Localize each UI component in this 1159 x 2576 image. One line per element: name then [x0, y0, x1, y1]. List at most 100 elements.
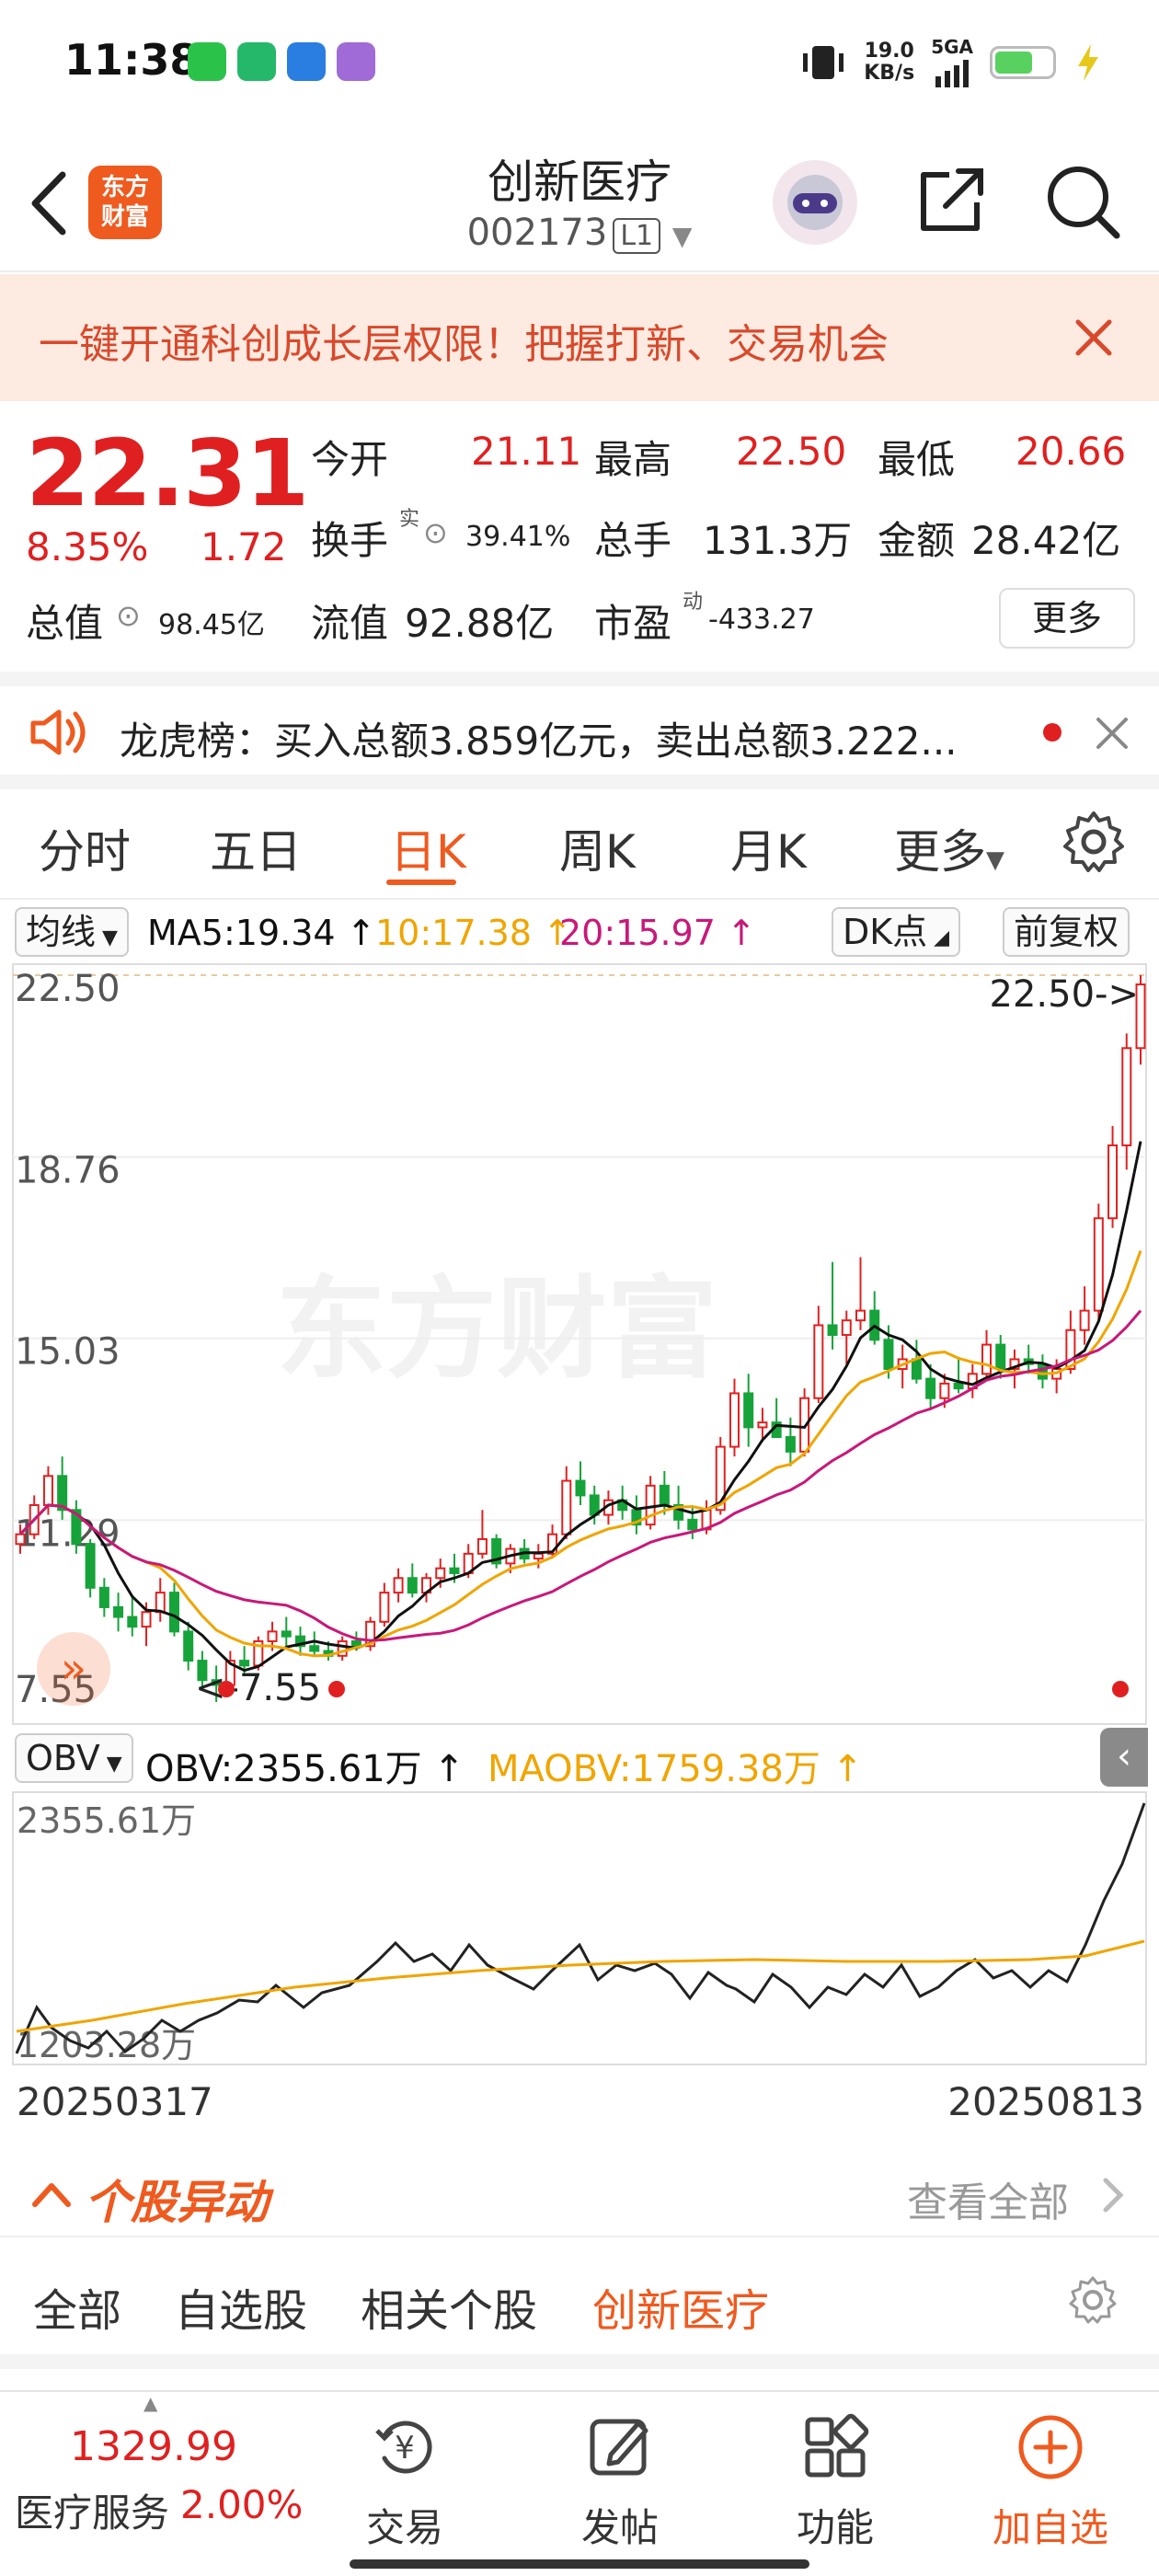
promo-text: 一键开通科创成长层权限！把握打新、交易机会: [39, 321, 889, 368]
settings-gear-icon[interactable]: [1067, 2274, 1119, 2326]
sector-index-widget[interactable]: ▲ 1329.99 医疗服务 2.00%: [0, 2392, 313, 2558]
charging-icon: [1078, 44, 1098, 81]
obv-chart[interactable]: 2355.61万 1203.28万: [0, 1790, 1159, 2066]
pe-value: -433.27: [708, 604, 815, 636]
tab-five-day[interactable]: 五日: [210, 815, 302, 881]
y-tick-label: 18.76: [15, 1150, 120, 1192]
candle-body: [42, 1475, 53, 1506]
mtab-sector[interactable]: 创新医疗: [592, 2274, 769, 2339]
candle-body: [575, 1479, 586, 1497]
pe-sup: 动: [683, 591, 704, 614]
cell-signal: 5GA: [931, 38, 973, 87]
candle-body: [1107, 1144, 1119, 1220]
date-axis: 20250317 20250813: [0, 2072, 1159, 2136]
candle-body: [827, 1324, 838, 1337]
nav-trade[interactable]: ¥ 交易: [313, 2410, 497, 2553]
low-label: 最低: [878, 437, 956, 482]
dragon-tiger-bar[interactable]: 龙虎榜：买入总额3.859亿元，卖出总额3.222...: [0, 672, 1159, 789]
turnover-value: 39.41%: [465, 521, 571, 553]
adjust-selector[interactable]: 前复权: [1003, 907, 1130, 957]
movement-header[interactable]: 个股异动 查看全部: [0, 2153, 1159, 2236]
candle-body: [393, 1577, 404, 1594]
info-icon[interactable]: ⊙: [116, 598, 141, 633]
settings-gear-icon[interactable]: [1061, 810, 1126, 874]
active-tab-indicator: [386, 880, 456, 885]
candle-body: [687, 1518, 698, 1531]
expand-sidebar-icon[interactable]: »: [37, 1632, 110, 1706]
chevron-right-icon: [1103, 2178, 1124, 2213]
obv-value: OBV:2355.61万 ↑: [145, 1748, 465, 1790]
candle-body: [533, 1552, 544, 1560]
promo-banner[interactable]: 一键开通科创成长层权限！把握打新、交易机会: [0, 274, 1159, 401]
dk-point-button[interactable]: DK点 ◢: [832, 907, 961, 957]
candle-body: [407, 1577, 418, 1594]
candle-body: [183, 1630, 194, 1662]
open-value: 21.11: [471, 429, 582, 474]
tab-monthly-k[interactable]: 月K: [730, 815, 807, 881]
candle-body: [953, 1382, 964, 1390]
candle-body: [1037, 1363, 1048, 1380]
obv-max-label: 2355.61万: [17, 1800, 196, 1841]
event-dot: [1112, 1681, 1129, 1697]
ai-assistant-avatar-icon[interactable]: [769, 156, 861, 248]
candle-body: [1121, 1047, 1132, 1146]
candle-body: [476, 1537, 488, 1555]
close-icon[interactable]: [1095, 716, 1130, 751]
y-tick-label: 22.50: [15, 968, 120, 1010]
share-icon[interactable]: [912, 162, 990, 239]
mtab-all[interactable]: 全部: [33, 2274, 121, 2339]
grid-apps-icon: [805, 2413, 869, 2478]
more-quote-button[interactable]: 更多: [999, 588, 1135, 649]
unread-dot: [1043, 723, 1061, 742]
maobv-line: [16, 1939, 1145, 2033]
quote-panel: 22.31 8.35% 1.72 今开 21.11 最高 22.50 最低 20…: [0, 401, 1159, 668]
pe-label: 市盈: [594, 601, 672, 646]
view-all-link[interactable]: 查看全部: [907, 2169, 1069, 2228]
candle-body: [925, 1377, 936, 1399]
tab-daily-k[interactable]: 日K: [390, 815, 466, 881]
ma20-value: 20:15.97 ↑: [559, 913, 756, 953]
volume-label: 总手: [594, 518, 672, 563]
change-amount: 1.72: [201, 524, 287, 569]
event-dot: [218, 1681, 235, 1697]
candle-body: [309, 1645, 320, 1652]
info-icon[interactable]: ⊙: [423, 515, 448, 550]
nav-functions[interactable]: 功能: [743, 2410, 927, 2553]
maobv-value: MAOBV:1759.38万 ↑: [488, 1748, 864, 1790]
search-icon[interactable]: [1043, 162, 1122, 241]
obv-selector[interactable]: OBV ▼: [15, 1733, 133, 1783]
open-label: 今开: [311, 437, 389, 482]
candle-body: [757, 1421, 768, 1429]
float-value: 92.88亿: [405, 601, 555, 646]
start-date: 20250317: [17, 2079, 213, 2124]
candle-body: [883, 1339, 894, 1371]
stock-header: 东方 财富 创新医疗 002173 L1 ▼: [0, 129, 1159, 272]
float-label: 流值: [311, 601, 389, 646]
tab-intraday[interactable]: 分时: [39, 815, 131, 881]
obv-svg: 2355.61万1203.28万: [12, 1791, 1147, 2065]
nav-post[interactable]: 发帖: [528, 2410, 712, 2553]
amount-value: 28.42亿: [971, 518, 1121, 563]
candle-body: [855, 1309, 866, 1322]
movement-tabs: 全部 自选股 相关个股 创新医疗: [0, 2236, 1159, 2369]
mtab-watchlist[interactable]: 自选股: [175, 2274, 307, 2339]
ma10-value: 10:17.38 ↑: [375, 913, 572, 953]
obv-legend-row: OBV ▼ OBV:2355.61万 ↑ MAOBV:1759.38万 ↑ ‹: [0, 1726, 1159, 1790]
candle-body: [561, 1479, 572, 1535]
collapse-panel-icon[interactable]: ‹: [1100, 1728, 1148, 1787]
net-speed: 19.0 KB/s: [864, 40, 915, 85]
candle-body: [939, 1382, 950, 1399]
tab-more[interactable]: 更多▼: [894, 815, 1004, 881]
close-icon[interactable]: [1073, 316, 1115, 359]
mtab-related[interactable]: 相关个股: [361, 2274, 537, 2339]
candle-body: [379, 1592, 390, 1623]
candle-body: [645, 1484, 656, 1526]
stock-code: 002173: [466, 212, 608, 254]
kline-chart[interactable]: 东方财富 22.50 18.76 15.03 11.29 7.55 22.50-> <-7.5…: [0, 962, 1159, 1726]
indicator-selector[interactable]: 均线 ▼: [15, 907, 129, 957]
nav-add-watchlist[interactable]: 加自选: [958, 2410, 1142, 2553]
min-price-marker: <-7.55: [195, 1667, 321, 1709]
edit-icon: [590, 2419, 648, 2476]
last-price: 22.31: [26, 420, 309, 527]
tab-weekly-k[interactable]: 周K: [559, 815, 636, 881]
